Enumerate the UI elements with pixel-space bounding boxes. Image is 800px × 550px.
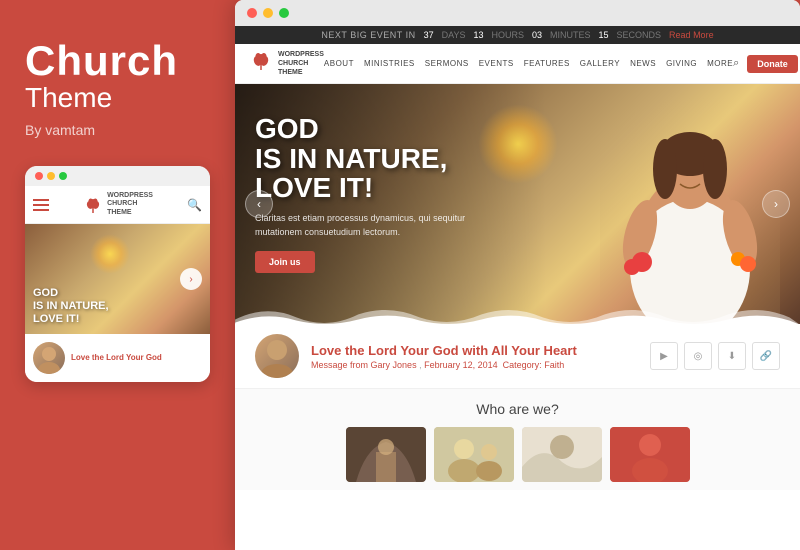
mobile-sermon-title: Love the Lord Your God xyxy=(71,353,162,363)
mobile-wheat-icon xyxy=(83,195,103,215)
nav-link-sermons[interactable]: SERMONS xyxy=(425,59,469,68)
who-image-4 xyxy=(610,427,690,482)
hero-prev-button[interactable]: ‹ xyxy=(245,190,273,218)
browser-dot-red xyxy=(247,8,257,18)
browser-dot-green xyxy=(279,8,289,18)
browser-bar xyxy=(235,0,800,26)
nav-link-ministries[interactable]: MINISTRIES xyxy=(364,59,415,68)
mobile-sermon-section: Love the Lord Your God xyxy=(25,334,210,382)
who-image-1 xyxy=(346,427,426,482)
mobile-hero-text-area: GOD IS IN NATURE, LOVE IT! xyxy=(25,279,117,335)
sermon-meta: Message from Gary Jones , February 12, 2… xyxy=(311,360,638,370)
mobile-logo-text: WORDPRESS CHURCH THEME xyxy=(107,192,153,217)
hero-bottom-decoration xyxy=(235,299,800,325)
mobile-next-button[interactable]: › xyxy=(180,268,202,290)
mobile-hero-text: GOD IS IN NATURE, LOVE IT! xyxy=(33,287,109,327)
mobile-dot-yellow xyxy=(47,172,55,180)
sermon-category: Faith xyxy=(544,360,564,370)
site-logo: WORDPRESS CHURCH THEME xyxy=(250,50,324,77)
who-images xyxy=(255,427,780,482)
site-nav-links: ABOUT MINISTRIES SERMONS EVENTS FEATURES… xyxy=(324,59,733,68)
sermon-row: Love the Lord Your God with All Your Hea… xyxy=(235,324,800,389)
minutes-value: 03 xyxy=(532,30,542,40)
mobile-search-icon[interactable]: 🔍 xyxy=(187,198,202,212)
join-button[interactable]: Join us xyxy=(255,251,315,273)
mobile-nav: WORDPRESS CHURCH THEME 🔍 xyxy=(25,186,210,224)
sermon-author: Gary Jones xyxy=(371,360,417,370)
event-label: NEXT BIG EVENT IN xyxy=(321,30,415,40)
mobile-hamburger-icon[interactable] xyxy=(33,199,49,211)
site-search-icon[interactable]: ⌕ xyxy=(733,57,739,70)
sermon-avatar xyxy=(255,334,299,378)
who-image-2 xyxy=(434,427,514,482)
minutes-label: MINUTES xyxy=(550,30,591,40)
sermon-audio-button[interactable]: ◎ xyxy=(684,342,712,370)
nav-link-giving[interactable]: GIVING xyxy=(666,59,697,68)
who-section: Who are we? xyxy=(235,389,800,490)
read-more-link[interactable]: Read More xyxy=(669,30,714,40)
mobile-avatar xyxy=(33,342,65,374)
days-value: 37 xyxy=(424,30,434,40)
who-title: Who are we? xyxy=(255,401,780,417)
mobile-top-bar xyxy=(25,166,210,186)
title-church: Church xyxy=(25,40,210,82)
hero-next-button[interactable]: › xyxy=(762,190,790,218)
mobile-hero: GOD IS IN NATURE, LOVE IT! › xyxy=(25,224,210,334)
hero-content: GOD IS IN NATURE, LOVE IT! Claritas est … xyxy=(255,114,475,273)
who-image-3 xyxy=(522,427,602,482)
sermon-share-button[interactable]: 🔗 xyxy=(752,342,780,370)
title-theme: Theme xyxy=(25,82,210,114)
site-wheat-icon xyxy=(250,50,272,77)
site-nav: WORDPRESS CHURCH THEME ABOUT MINISTRIES … xyxy=(235,44,800,84)
donate-button[interactable]: Donate xyxy=(747,55,798,73)
hero-subtitle: Claritas est etiam processus dynamicus, … xyxy=(255,212,475,239)
sermon-play-button[interactable]: ▶ xyxy=(650,342,678,370)
site-hero: GOD IS IN NATURE, LOVE IT! Claritas est … xyxy=(235,84,800,324)
browser-dot-yellow xyxy=(263,8,273,18)
seconds-label: SECONDS xyxy=(617,30,662,40)
sermon-actions: ▶ ◎ ⬇ 🔗 xyxy=(650,342,780,370)
mobile-sun-glow xyxy=(90,234,130,274)
site-top-bar: NEXT BIG EVENT IN 37 DAYS 13 HOURS 03 MI… xyxy=(235,26,800,44)
nav-link-about[interactable]: ABOUT xyxy=(324,59,354,68)
nav-link-more[interactable]: MORE xyxy=(707,59,733,68)
mobile-dot-red xyxy=(35,172,43,180)
seconds-value: 15 xyxy=(599,30,609,40)
nav-link-events[interactable]: EVENTS xyxy=(479,59,514,68)
nav-link-gallery[interactable]: GALLERY xyxy=(580,59,620,68)
sermon-title[interactable]: Love the Lord Your God with All Your Hea… xyxy=(311,343,638,358)
mobile-dot-green xyxy=(59,172,67,180)
sermon-info: Love the Lord Your God with All Your Hea… xyxy=(311,343,638,370)
hours-label: HOURS xyxy=(491,30,524,40)
hours-value: 13 xyxy=(473,30,483,40)
site-logo-text: WORDPRESS CHURCH THEME xyxy=(278,50,324,77)
mobile-logo: WORDPRESS CHURCH THEME xyxy=(83,192,153,217)
right-panel: NEXT BIG EVENT IN 37 DAYS 13 HOURS 03 MI… xyxy=(235,0,800,550)
left-panel: Church Theme By vamtam xyxy=(0,0,235,550)
hero-woman-figure xyxy=(600,94,780,324)
sermon-download-button[interactable]: ⬇ xyxy=(718,342,746,370)
by-author: By vamtam xyxy=(25,122,210,138)
mobile-mockup: WORDPRESS CHURCH THEME 🔍 GOD IS IN NATUR… xyxy=(25,166,210,382)
days-label: DAYS xyxy=(442,30,466,40)
mobile-sermon-item: Love the Lord Your God xyxy=(33,342,202,374)
nav-link-news[interactable]: NEWS xyxy=(630,59,656,68)
nav-link-features[interactable]: FEATURES xyxy=(524,59,570,68)
site-nav-actions: ⌕ Donate xyxy=(733,55,798,73)
hero-title: GOD IS IN NATURE, LOVE IT! xyxy=(255,114,475,202)
